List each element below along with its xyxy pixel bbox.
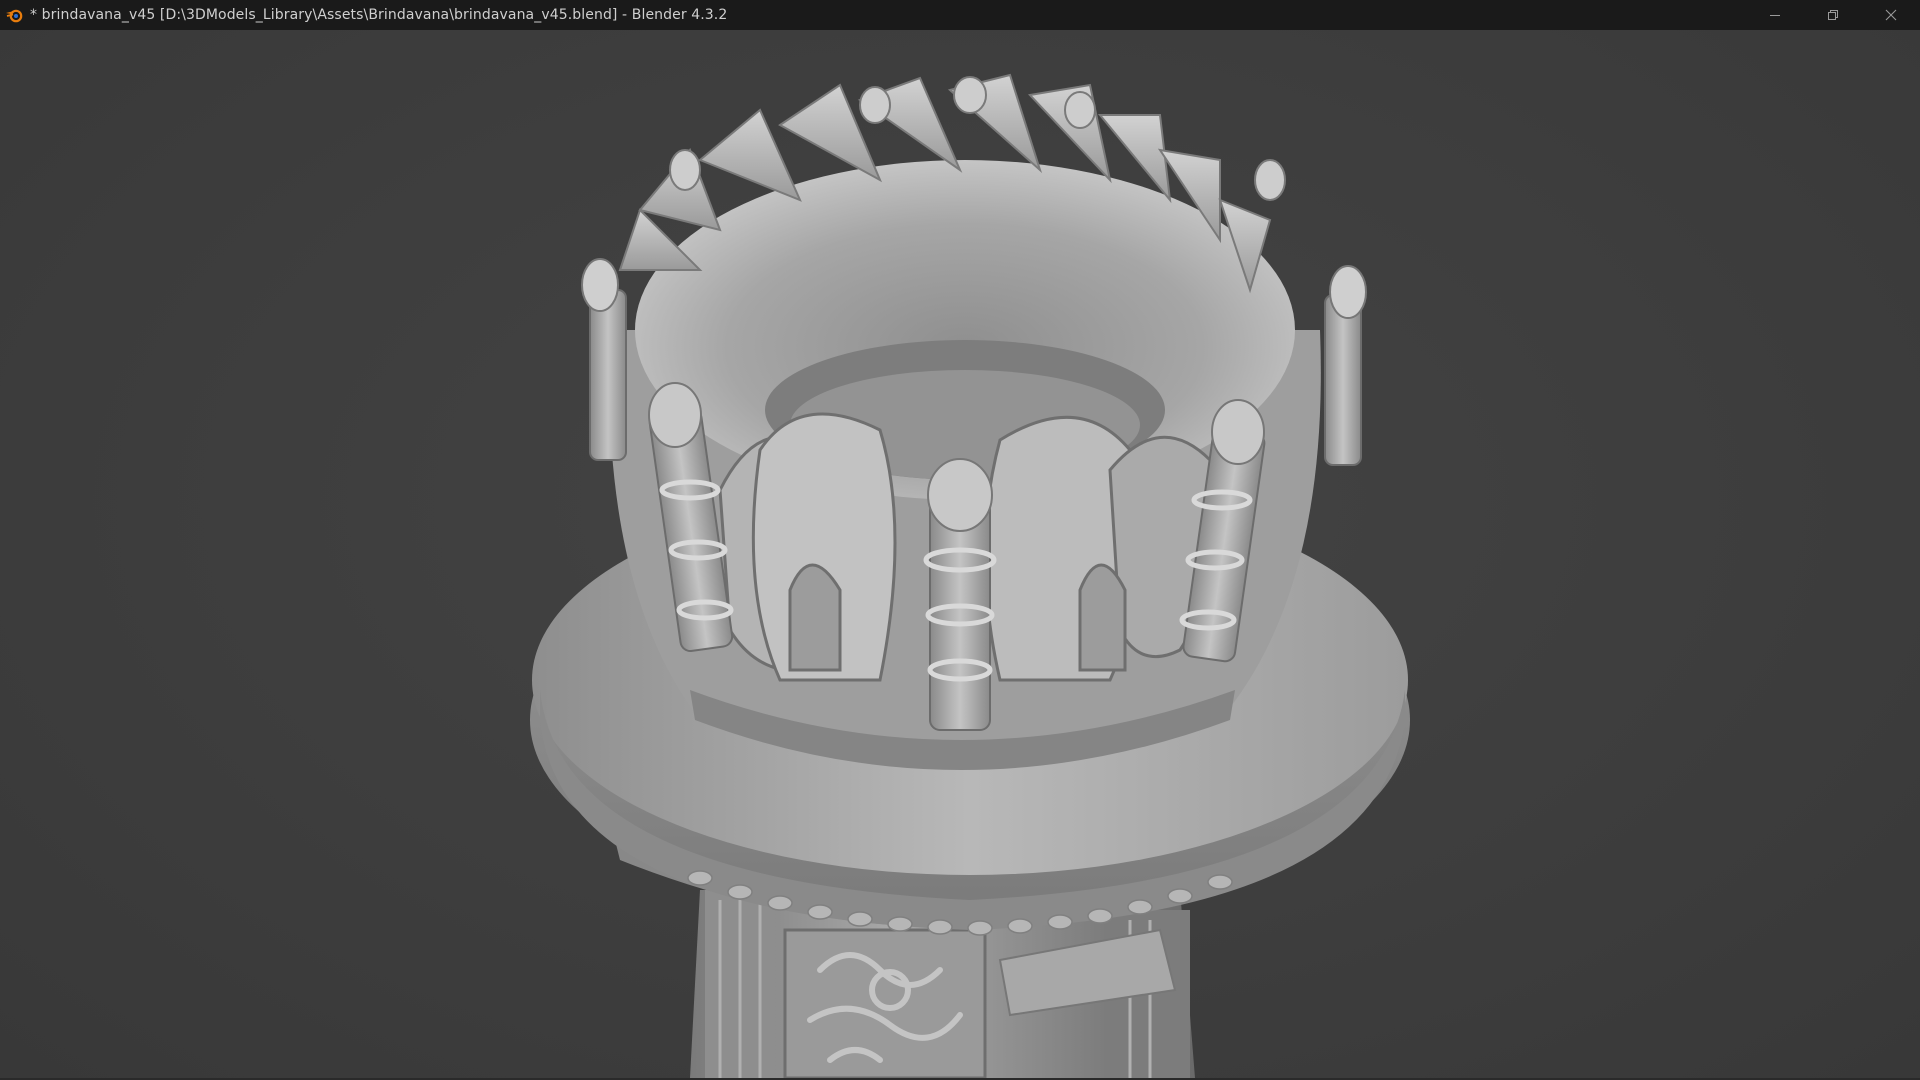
close-button[interactable] [1862,0,1920,30]
minimize-button[interactable] [1746,0,1804,30]
3d-viewport[interactable] [0,30,1920,1078]
blender-logo-icon [0,0,30,30]
minimize-icon [1770,15,1780,16]
window-title: * brindavana_v45 [D:\3DModels_Library\As… [30,7,728,23]
close-icon [1885,9,1897,21]
window-controls [1746,0,1920,30]
restore-button[interactable] [1804,0,1862,30]
title-bar[interactable]: * brindavana_v45 [D:\3DModels_Library\As… [0,0,1920,30]
blender-window: * brindavana_v45 [D:\3DModels_Library\As… [0,0,1920,1080]
restore-icon [1828,10,1838,20]
brindavana-model-render [530,73,1410,1078]
